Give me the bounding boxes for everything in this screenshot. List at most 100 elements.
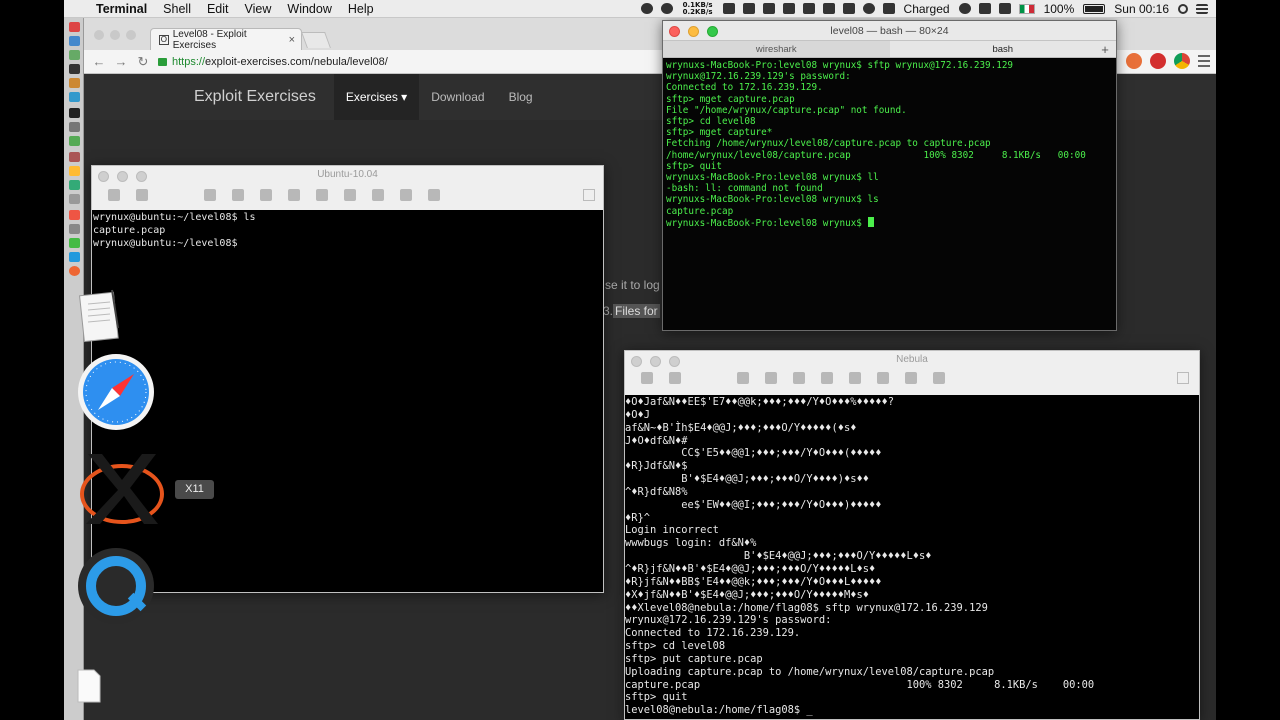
tab-wireshark[interactable]: wireshark <box>663 41 890 57</box>
mac-terminal-output[interactable]: wrynuxs-MacBook-Pro:level08 wrynux$ sftp… <box>663 59 1116 330</box>
status-icon-b[interactable] <box>722 3 735 14</box>
dock-mini-icon-8[interactable] <box>69 122 80 132</box>
tab-close-icon[interactable]: × <box>289 34 295 46</box>
network-arrows-icon[interactable] <box>765 372 777 384</box>
terminal-line: sftp> cd level08 <box>625 640 726 653</box>
nav-download[interactable]: Download <box>419 74 496 120</box>
terminal-line: ♦X♦jf&N♦♦B'♦$E4♦@@J;♦♦♦;♦♦♦O/Y♦♦♦♦♦M♦s♦ <box>625 588 869 601</box>
status-icon-2[interactable] <box>660 3 673 14</box>
extension-icon-1[interactable] <box>1126 53 1142 69</box>
terminal-line: wrynux@172.16.239.129's password: <box>625 614 832 627</box>
extension-icon-2[interactable] <box>1150 53 1166 69</box>
site-brand[interactable]: Exploit Exercises <box>194 88 316 106</box>
dock-mini-icon-3[interactable] <box>69 50 80 60</box>
ubuntu-terminal[interactable]: wrynux@ubuntu:~/level08$ ls capture.pcap… <box>92 210 603 592</box>
address-bar[interactable]: https://exploit-exercises.com/nebula/lev… <box>172 56 388 68</box>
dock-mini-icon-14[interactable] <box>69 210 80 220</box>
menu-view[interactable]: View <box>237 2 280 16</box>
dock-mini-icon-2[interactable] <box>69 36 80 46</box>
textedit-icon[interactable] <box>78 288 124 349</box>
browser-minimize-button[interactable] <box>110 30 120 40</box>
dock-mini-icon-12[interactable] <box>69 180 80 190</box>
cloud-icon[interactable] <box>742 3 755 14</box>
status-icon-5[interactable] <box>842 3 855 14</box>
forward-arrow-icon[interactable]: → <box>110 54 132 69</box>
spotlight-icon[interactable] <box>1178 3 1188 14</box>
printer-icon[interactable] <box>316 189 328 201</box>
status-icon-6[interactable] <box>862 3 875 14</box>
tab-title: Level08 - Exploit Exercises <box>172 28 247 51</box>
pause-icon[interactable] <box>641 372 653 384</box>
back-arrow-icon[interactable]: ← <box>88 54 110 69</box>
pause-icon[interactable] <box>108 189 120 201</box>
harddisk-icon[interactable] <box>260 189 272 201</box>
quicktime-icon[interactable] <box>76 546 156 631</box>
firefox-mini-icon[interactable] <box>69 266 80 276</box>
menu-icon[interactable] <box>1198 55 1210 67</box>
status-icon-4[interactable] <box>802 3 815 14</box>
bell-icon[interactable] <box>762 3 775 14</box>
camera-icon[interactable] <box>877 372 889 384</box>
bluetooth-icon[interactable] <box>978 3 991 14</box>
tab-bash[interactable]: bash <box>889 41 1116 57</box>
usb-icon[interactable] <box>905 372 917 384</box>
new-tab-plus-icon[interactable]: + <box>1098 41 1112 58</box>
browser-close-button[interactable] <box>94 30 104 40</box>
new-tab-button[interactable] <box>301 32 331 48</box>
dock-mini-icon-16[interactable] <box>69 238 80 248</box>
input-source-flag-icon[interactable] <box>1018 3 1035 14</box>
notification-center-icon[interactable] <box>1196 3 1208 14</box>
dock-mini-icon-6[interactable] <box>69 92 80 102</box>
snapshot-icon[interactable] <box>669 372 681 384</box>
nav-exercises[interactable]: Exercises ▾ <box>333 74 420 120</box>
time-machine-icon[interactable] <box>958 3 971 14</box>
collapse-arrow-icon[interactable] <box>933 372 945 384</box>
status-icon-1[interactable] <box>640 3 653 14</box>
dock-mini-icon-1[interactable] <box>69 22 80 32</box>
browser-tab-level08[interactable]: O Level08 - Exploit Exercises × <box>150 28 302 51</box>
menu-help[interactable]: Help <box>340 2 382 16</box>
dock-mini-icon-15[interactable] <box>69 224 80 234</box>
dock-mini-icon-11[interactable] <box>69 166 80 176</box>
dock-mini-icon-10[interactable] <box>69 152 80 162</box>
lock-icon[interactable] <box>821 372 833 384</box>
wrench-icon[interactable] <box>204 189 216 201</box>
battery-icon[interactable] <box>1083 3 1106 14</box>
menu-window[interactable]: Window <box>279 2 339 16</box>
dock-mini-icon-17[interactable] <box>69 252 80 262</box>
reload-icon[interactable]: ↻ <box>132 54 154 70</box>
speaker-icon[interactable] <box>344 189 356 201</box>
camera-icon[interactable] <box>372 189 384 201</box>
wrench-icon[interactable] <box>737 372 749 384</box>
fullscreen-icon[interactable] <box>1177 372 1189 384</box>
clock[interactable]: Sun 00:16 <box>1109 2 1174 16</box>
dock-mini-icon-13[interactable] <box>69 194 80 204</box>
page-text-files-link[interactable]: Files for <box>613 304 660 318</box>
lock-icon[interactable] <box>288 189 300 201</box>
safari-icon[interactable] <box>76 352 156 437</box>
wifi-icon[interactable] <box>998 3 1011 14</box>
dock-mini-icon-9[interactable] <box>69 136 80 146</box>
network-arrows-icon[interactable] <box>232 189 244 201</box>
nav-blog[interactable]: Blog <box>497 74 545 120</box>
status-icon-3[interactable] <box>782 3 795 14</box>
speaker-icon[interactable] <box>849 372 861 384</box>
display-icon[interactable] <box>822 3 835 14</box>
status-icon-7[interactable] <box>882 3 895 14</box>
browser-zoom-button[interactable] <box>126 30 136 40</box>
harddisk-icon[interactable] <box>793 372 805 384</box>
collapse-arrow-icon[interactable] <box>428 189 440 201</box>
dock-mini-icon-5[interactable] <box>69 78 80 88</box>
chrome-icon[interactable] <box>1174 53 1190 69</box>
nebula-terminal[interactable]: ♦O♦Jaf&N♦♦EE$'E7♦♦@@k;♦♦♦;♦♦♦/Y♦O♦♦♦%♦♦♦… <box>625 395 1199 719</box>
menu-shell[interactable]: Shell <box>155 2 199 16</box>
dock-mini-icon-7[interactable] <box>69 108 80 118</box>
dock-mini-icon-4[interactable] <box>69 64 80 74</box>
fullscreen-icon[interactable] <box>583 189 595 201</box>
x11-icon[interactable] <box>78 450 166 533</box>
snapshot-icon[interactable] <box>136 189 148 201</box>
menu-app-name[interactable]: Terminal <box>92 2 155 16</box>
usb-icon[interactable] <box>400 189 412 201</box>
menu-edit[interactable]: Edit <box>199 2 237 16</box>
document-icon[interactable] <box>76 668 102 709</box>
